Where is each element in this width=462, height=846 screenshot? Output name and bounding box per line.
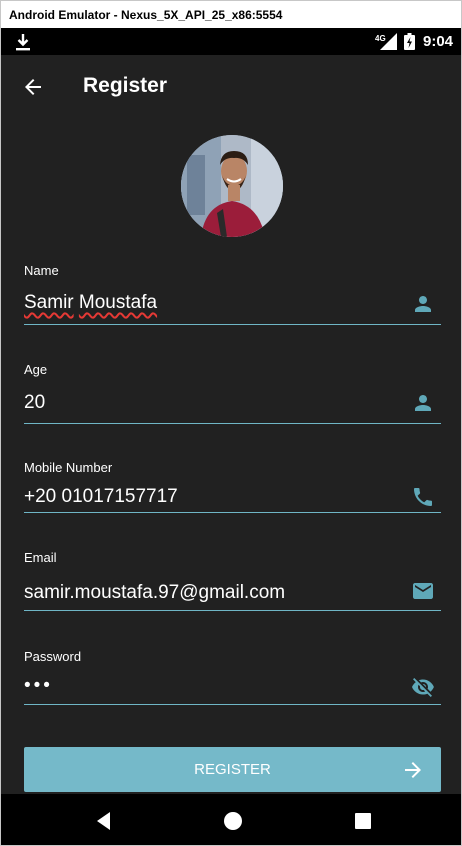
navigation-bar (1, 794, 461, 845)
arrow-forward-icon (405, 762, 421, 778)
email-label: Email (24, 550, 57, 565)
password-label: Password (24, 649, 82, 664)
nav-back-icon[interactable] (92, 809, 116, 833)
age-value[interactable]: 20 (24, 392, 45, 414)
name-field[interactable]: Name Samir Moustafa (24, 263, 441, 325)
nav-home-icon[interactable] (221, 809, 245, 833)
age-label: Age (24, 362, 48, 377)
phone-icon (414, 488, 432, 506)
battery-icon (404, 33, 415, 50)
name-label: Name (24, 263, 59, 278)
mobile-label: Mobile Number (24, 460, 113, 475)
status-bar: 4G 9:04 (1, 28, 461, 55)
profile-avatar[interactable] (181, 135, 283, 237)
visibility-off-icon[interactable] (411, 675, 435, 699)
email-value[interactable]: samir.moustafa.97@gmail.com (24, 582, 285, 604)
emulator-window: Android Emulator - Nexus_5X_API_25_x86:5… (0, 0, 462, 846)
person-icon (415, 395, 431, 411)
window-title: Android Emulator - Nexus_5X_API_25_x86:5… (1, 1, 461, 28)
age-field[interactable]: Age 20 (24, 362, 441, 424)
back-arrow-icon[interactable] (21, 75, 45, 99)
name-last-word: Moustafa (78, 292, 158, 313)
clock: 9:04 (423, 33, 454, 50)
email-field[interactable]: Email samir.moustafa.97@gmail.com (24, 550, 441, 611)
email-underline (24, 610, 441, 611)
app-bar: Register (1, 55, 461, 117)
nav-recents-icon[interactable] (351, 809, 375, 833)
name-value[interactable]: Samir Moustafa (24, 292, 157, 314)
mail-icon (413, 583, 433, 599)
name-underline (24, 324, 441, 325)
mobile-value[interactable]: +20 01017157717 (24, 486, 178, 508)
register-button-label: REGISTER (194, 761, 271, 778)
mobile-underline (24, 512, 441, 513)
network-type: 4G (375, 34, 386, 43)
age-underline (24, 423, 441, 424)
password-field[interactable]: Password ••• (24, 649, 441, 705)
mobile-field[interactable]: Mobile Number +20 01017157717 (24, 460, 441, 513)
password-underline (24, 704, 441, 705)
password-value[interactable]: ••• (24, 675, 53, 697)
name-first-word: Samir (24, 292, 74, 313)
download-icon (16, 34, 30, 51)
page-title: Register (83, 74, 168, 97)
person-icon (415, 296, 431, 312)
profile-photo (181, 135, 283, 237)
signal-icon: 4G (375, 33, 397, 50)
register-button[interactable]: REGISTER (24, 747, 441, 792)
